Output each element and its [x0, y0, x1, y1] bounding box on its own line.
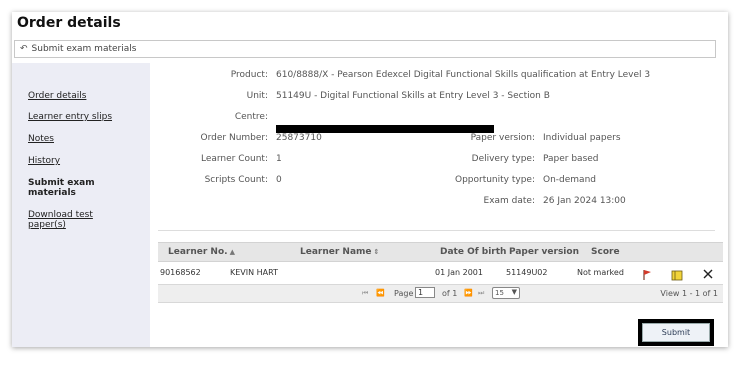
section-divider	[158, 230, 715, 231]
table-header: Learner No. ▲ Learner Name ⇕ Date Of birth…	[158, 242, 723, 262]
opportunity-type-value: On-demand	[543, 175, 596, 185]
breadcrumb[interactable]: ↶ Submit exam materials	[14, 40, 716, 58]
column-header-label: Score	[591, 247, 620, 257]
sidebar-item-learner-entry-slips[interactable]: Learner entry slips	[28, 112, 138, 122]
submit-button[interactable]: Submit	[642, 323, 710, 342]
column-header-score[interactable]: Score	[591, 247, 620, 257]
breadcrumb-label: Submit exam materials	[31, 44, 137, 54]
page-number-input[interactable]	[415, 287, 435, 298]
learner-count-value: 1	[276, 154, 282, 164]
delivery-type-label: Delivery type:	[471, 154, 535, 164]
page-of-label: of 1	[442, 289, 458, 298]
column-header-label: Date Of birth	[440, 247, 507, 257]
exam-date-value: 26 Jan 2024 13:00	[543, 196, 626, 206]
order-number-label: Order Number:	[200, 133, 268, 143]
page-size-select[interactable]: 15 ▼	[492, 287, 520, 299]
sidebar-item-submit-exam-materials[interactable]: Submit exam materials	[28, 178, 108, 198]
table-row[interactable]: 90168562 KEVIN HART 01 Jan 2001 51149U02…	[158, 263, 723, 281]
exam-date-label: Exam date:	[483, 196, 535, 206]
page-label: Page	[394, 289, 414, 298]
learner-name-cell: KEVIN HART	[230, 268, 279, 277]
column-header-paper-version[interactable]: Paper version	[509, 247, 579, 257]
view-count-text: View 1 - 1 of 1	[660, 289, 718, 298]
flag-icon[interactable]	[642, 266, 652, 285]
column-header-label: Learner Name	[300, 247, 372, 257]
next-page-icon[interactable]: ⏩	[464, 289, 473, 297]
sidebar-item-order-details[interactable]: Order details	[28, 91, 138, 101]
column-header-learner-no[interactable]: Learner No. ▲	[168, 247, 235, 257]
page-title: Order details	[17, 15, 121, 31]
scripts-count-label: Scripts Count:	[204, 175, 268, 185]
column-header-learner-name[interactable]: Learner Name ⇕	[300, 247, 379, 257]
unit-value: 51149U - Digital Functional Skills at En…	[276, 91, 550, 101]
opportunity-type-label: Opportunity type:	[454, 175, 535, 185]
paper-version-label: Paper version:	[470, 133, 535, 143]
learner-count-label: Learner Count:	[200, 154, 268, 164]
product-value: 610/8888/X - Pearson Edexcel Digital Fun…	[276, 70, 651, 80]
centre-label: Centre:	[234, 112, 268, 122]
delivery-type-value: Paper based	[543, 154, 599, 164]
column-header-label: Learner No.	[168, 247, 228, 257]
sort-icon: ▲	[229, 248, 235, 256]
centre-redacted-value	[276, 125, 494, 133]
page-size-value: 15	[495, 289, 504, 297]
notes-icon[interactable]	[671, 266, 683, 285]
unit-label: Unit:	[246, 91, 268, 101]
order-number-value: 25873710	[276, 133, 322, 143]
sidebar-item-history[interactable]: History	[28, 156, 138, 166]
product-label: Product:	[230, 70, 268, 80]
remove-icon[interactable]	[702, 265, 714, 284]
submit-button-frame: Submit	[638, 319, 714, 346]
score-cell: Not marked	[577, 268, 624, 277]
sidebar-item-download-test-papers[interactable]: Download test paper(s)	[28, 210, 100, 230]
last-page-icon[interactable]: ⏭	[478, 289, 484, 298]
dob-cell: 01 Jan 2001	[435, 268, 483, 277]
sidebar: Order details Learner entry slips Notes …	[12, 63, 150, 347]
main-content: Product: 610/8888/X - Pearson Edexcel Di…	[158, 63, 723, 347]
paper-version-value: Individual papers	[543, 133, 621, 143]
prev-page-icon[interactable]: ⏪	[376, 289, 385, 297]
scripts-count-value: 0	[276, 175, 282, 185]
paper-version-cell: 51149U02	[506, 268, 548, 277]
column-header-date-of-birth[interactable]: Date Of birth	[440, 247, 506, 257]
back-arrow-icon: ↶	[20, 44, 28, 54]
chevron-down-icon: ▼	[511, 288, 517, 296]
order-details-panel: Order details ↶ Submit exam materials Ord…	[12, 12, 728, 347]
learner-no-cell: 90168562	[160, 268, 201, 277]
sidebar-item-notes[interactable]: Notes	[28, 134, 138, 144]
column-header-label: Paper version	[509, 247, 579, 257]
sort-icon: ⇕	[373, 248, 380, 256]
first-page-icon[interactable]: ⏮	[362, 289, 368, 298]
table-pager: ⏮ ⏪ Page of 1 ⏩ ⏭ 15 ▼ View 1 - 1 of 1	[158, 284, 723, 303]
